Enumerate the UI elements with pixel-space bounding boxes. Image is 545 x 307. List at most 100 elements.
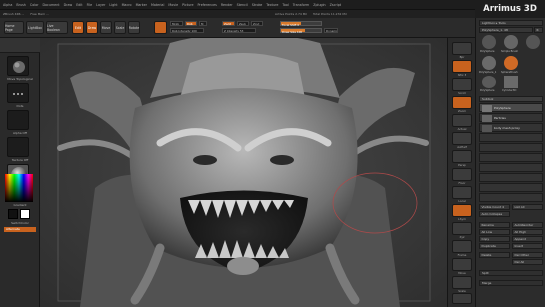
tool-thumb-icon[interactable]: [504, 76, 518, 88]
menu-item[interactable]: Stroke: [252, 3, 263, 7]
color-picker[interactable]: [5, 174, 33, 202]
z-intensity-field[interactable]: Z Intensity 53: [222, 28, 256, 33]
menu-item[interactable]: Macro: [122, 3, 132, 7]
zcut-toggle[interactable]: Zcut: [251, 21, 263, 26]
lightbox-tools-row[interactable]: Lightbox ▸ Tools: [479, 20, 543, 26]
menu-item[interactable]: Document: [43, 3, 60, 7]
menu-item[interactable]: Movie: [168, 3, 178, 7]
draw-button[interactable]: Draw: [86, 21, 98, 34]
actual-button[interactable]: [452, 114, 472, 127]
zoom-button[interactable]: [452, 96, 472, 109]
canvas-viewport[interactable]: [40, 38, 447, 307]
subtool-item[interactable]: [479, 183, 543, 192]
tool-thumb-icon[interactable]: [482, 35, 496, 49]
subtool-item[interactable]: [479, 163, 543, 172]
autoreorder-button[interactable]: AutoReorder: [512, 222, 543, 228]
menu-item[interactable]: Light: [109, 3, 117, 7]
local-button[interactable]: [452, 186, 472, 199]
scale-button[interactable]: Scale: [114, 21, 126, 34]
persp-button[interactable]: [452, 150, 472, 163]
primary-color-swatch[interactable]: [20, 209, 30, 219]
subtool-item[interactable]: Partcles: [479, 113, 543, 122]
menu-item[interactable]: Color: [30, 3, 39, 7]
subtool-item[interactable]: [479, 143, 543, 152]
menu-item[interactable]: Layer: [96, 3, 105, 7]
append-button[interactable]: Append: [512, 236, 543, 242]
m-toggle[interactable]: M: [199, 21, 207, 26]
menu-item[interactable]: Render: [221, 3, 233, 7]
menu-item[interactable]: Draw: [64, 3, 73, 7]
menu-item[interactable]: Stencil: [237, 3, 248, 7]
split-section[interactable]: Split: [479, 270, 543, 276]
tool-thumb-icon[interactable]: [504, 35, 518, 49]
rgb-intensity-field[interactable]: Rgb Intensity 100: [170, 28, 204, 33]
spix-button[interactable]: [452, 60, 472, 73]
current-tool-field[interactable]: PolySphere_1. 48: [479, 27, 533, 33]
menu-item[interactable]: Material: [151, 3, 164, 7]
move-view-button[interactable]: [452, 258, 472, 271]
bpr-button[interactable]: [452, 42, 472, 55]
menu-item[interactable]: File: [87, 3, 93, 7]
subtool-item[interactable]: [479, 133, 543, 142]
rename-button[interactable]: Rename: [479, 222, 510, 228]
subtool-item[interactable]: [479, 193, 543, 202]
edit-button[interactable]: Edit: [72, 21, 84, 34]
copy-button[interactable]: Copy: [479, 236, 510, 242]
live-boolean-button[interactable]: Live Boolean: [46, 21, 68, 34]
subtool-item[interactable]: [479, 173, 543, 182]
r-button[interactable]: R: [534, 27, 543, 33]
merge-section[interactable]: Merge: [479, 280, 543, 286]
menu-item[interactable]: Preferences: [197, 3, 216, 7]
menu-item[interactable]: Tool: [282, 3, 288, 7]
all-low-button[interactable]: All Low: [479, 229, 510, 235]
scroll-button[interactable]: [452, 78, 472, 91]
auto-collapse-button[interactable]: Auto Collapse: [479, 211, 510, 217]
xyz-button[interactable]: [452, 222, 472, 235]
subtool-item[interactable]: [479, 153, 543, 162]
menu-item[interactable]: Marker: [136, 3, 147, 7]
subtool-item[interactable]: PolySphere: [479, 103, 543, 112]
duplicate-button[interactable]: Duplicate: [479, 243, 510, 249]
rotate-button[interactable]: Rotate: [128, 21, 140, 34]
dynamic-toggle[interactable]: Dynamic: [324, 28, 338, 33]
alpha-thumbnail[interactable]: [7, 110, 29, 130]
menu-item[interactable]: Edit: [76, 3, 82, 7]
move-button[interactable]: Move: [100, 21, 112, 34]
menu-item[interactable]: Picture: [182, 3, 193, 7]
mrgb-toggle[interactable]: Mrgb: [170, 21, 183, 26]
home-page-button[interactable]: Home Page: [4, 21, 24, 34]
alternate-button[interactable]: Alternate: [4, 227, 36, 232]
zsub-toggle[interactable]: Zsub: [237, 21, 249, 26]
lsym-button[interactable]: [452, 204, 472, 217]
subtool-header[interactable]: Subtool: [479, 96, 543, 102]
menu-item[interactable]: Texture: [266, 3, 278, 7]
focal-shift-slider[interactable]: Focal Shift 0: [280, 21, 322, 27]
brush-thumbnail[interactable]: [7, 56, 29, 76]
floor-button[interactable]: [452, 168, 472, 181]
rotate-view-button[interactable]: [452, 293, 472, 304]
del-all-button[interactable]: Del All: [512, 259, 543, 265]
frame-button[interactable]: [452, 240, 472, 253]
draw-size-slider[interactable]: Draw Size 100: [280, 28, 322, 34]
menu-item[interactable]: Alpha: [3, 3, 12, 7]
all-high-button[interactable]: All High: [512, 229, 543, 235]
tool-thumb-icon[interactable]: [504, 56, 518, 70]
insert-button[interactable]: Insert: [512, 243, 543, 249]
subtool-item[interactable]: body mesh proxy: [479, 123, 543, 132]
visible-count-field[interactable]: Visible Count 4: [479, 204, 510, 210]
switch-color-label[interactable]: SwitchColor: [0, 221, 40, 225]
list-all-button[interactable]: List All: [512, 204, 543, 210]
tool-thumb-icon[interactable]: [526, 35, 540, 49]
lightbox-button[interactable]: LightBox: [26, 21, 44, 34]
zadd-toggle[interactable]: Zadd: [222, 21, 235, 26]
tool-thumb-icon[interactable]: [482, 56, 496, 70]
aahalf-button[interactable]: [452, 132, 472, 145]
texture-thumbnail[interactable]: [7, 137, 29, 157]
stroke-thumbnail[interactable]: [7, 83, 29, 103]
menu-item[interactable]: Zplugin: [313, 3, 325, 7]
rgb-toggle[interactable]: Rgb: [185, 21, 197, 26]
del-other-button[interactable]: Del Other: [512, 252, 543, 258]
tool-thumb-icon[interactable]: [482, 76, 496, 88]
material-swatch-button[interactable]: [154, 21, 167, 34]
secondary-color-swatch[interactable]: [8, 209, 18, 219]
